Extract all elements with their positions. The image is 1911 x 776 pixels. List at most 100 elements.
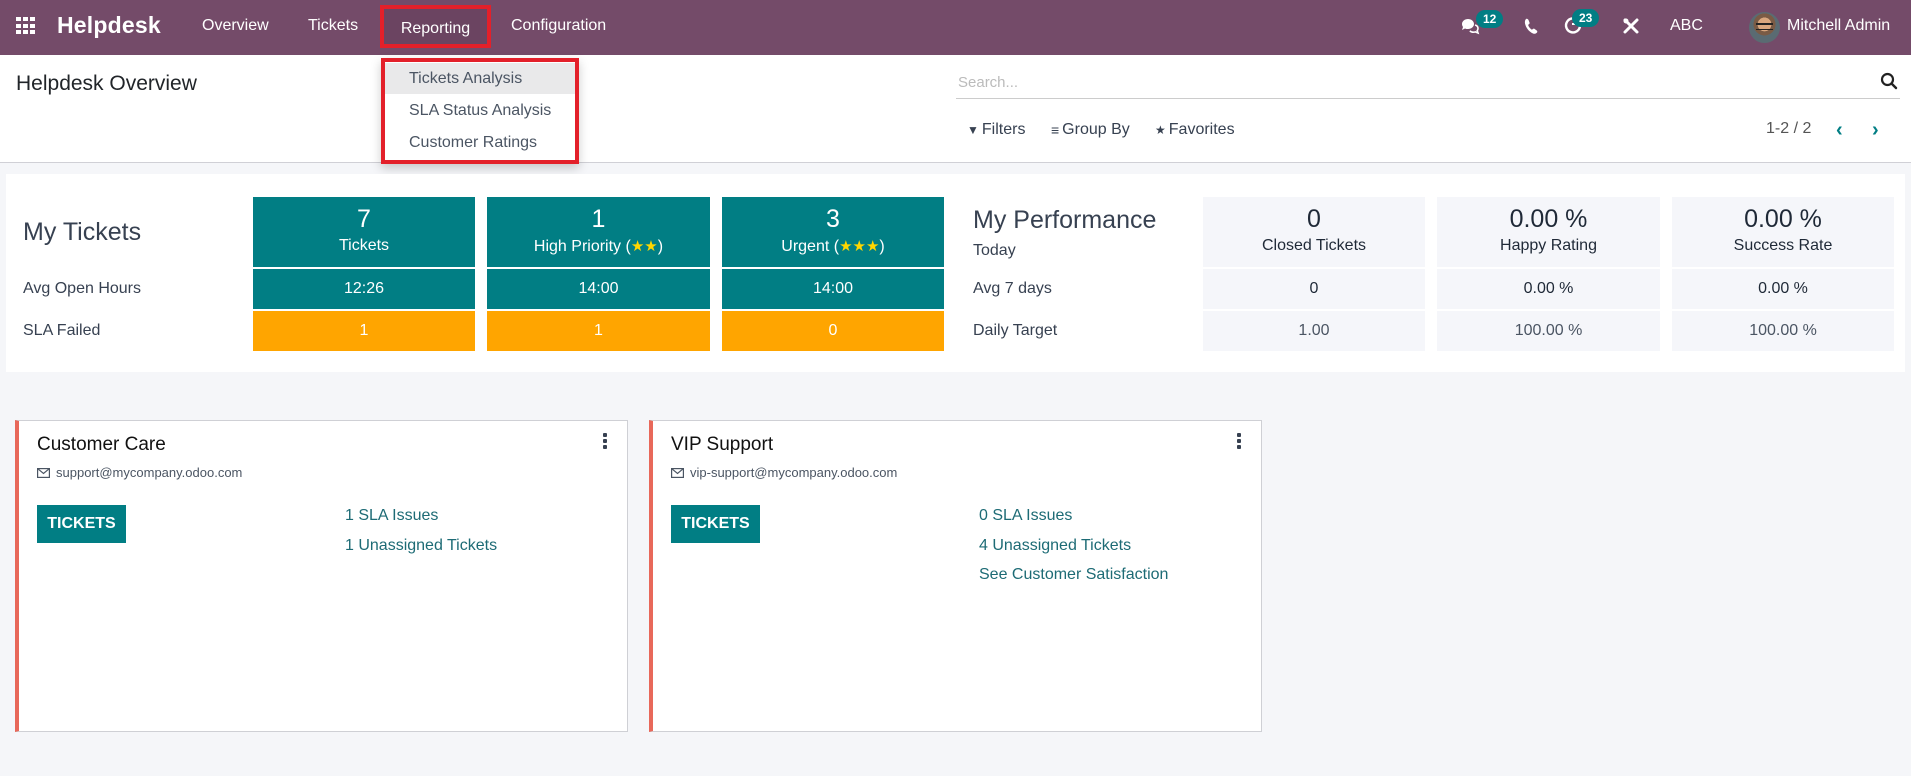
urgent-label: Urgent (★★★) <box>722 237 944 256</box>
reporting-dropdown: Tickets Analysis SLA Status Analysis Cus… <box>381 58 579 164</box>
top-navbar: Helpdesk Overview Tickets Reporting Conf… <box>0 0 1911 55</box>
menu-overview[interactable]: Overview <box>202 17 269 35</box>
sla-issues-link[interactable]: 1 SLA Issues <box>345 507 438 525</box>
activities-badge: 23 <box>1572 9 1600 27</box>
dropdown-item-sla-status-analysis[interactable]: SLA Status Analysis <box>385 95 575 126</box>
team-card-customer-care[interactable]: Customer Care support@mycompany.odoo.com… <box>15 420 628 732</box>
search-bar <box>956 68 1900 99</box>
today-label: Today <box>973 242 1016 259</box>
perf-happy-rating-today: 0.00 % Happy Rating <box>1437 197 1660 267</box>
team-name: VIP Support <box>671 434 774 455</box>
tickets-button[interactable]: TICKETS <box>671 505 760 543</box>
tile-high-priority-avg-open-hours[interactable]: 14:00 <box>487 269 710 309</box>
menu-reporting[interactable]: Reporting <box>380 5 491 48</box>
user-avatar[interactable] <box>1749 12 1780 43</box>
happy-rating-target-value: 100.00 % <box>1514 322 1583 339</box>
team-name: Customer Care <box>37 434 166 455</box>
tile-urgent-avg-open-hours[interactable]: 14:00 <box>722 269 944 309</box>
high-priority-label: High Priority (★★) <box>487 237 710 256</box>
group-by-label: Group By <box>1062 121 1130 138</box>
perf-closed-tickets-today: 0 Closed Tickets <box>1203 197 1425 267</box>
menu-configuration[interactable]: Configuration <box>511 17 606 35</box>
high-priority-paren: ) <box>657 238 664 255</box>
helpdesk-dashboard: My Tickets Avg Open Hours SLA Failed 7 T… <box>6 174 1905 372</box>
my-performance-heading: My Performance <box>973 206 1157 234</box>
menu-reporting-label: Reporting <box>400 20 471 37</box>
unassigned-tickets-link[interactable]: 1 Unassigned Tickets <box>345 537 497 555</box>
team-email: vip-support@mycompany.odoo.com <box>671 465 897 480</box>
happy-rating-label: Happy Rating <box>1500 237 1597 254</box>
closed-tickets-avg-value: 0 <box>1309 280 1319 297</box>
tools-icon[interactable] <box>1622 17 1640 40</box>
urgent-count: 3 <box>826 205 840 233</box>
urgent-sla-failed-value: 0 <box>828 322 838 339</box>
control-panel: Helpdesk Overview ▼ Filters ≡ Group By ★… <box>0 55 1911 163</box>
closed-tickets-today-value: 0 <box>1307 205 1321 233</box>
perf-happy-rating-target: 100.00 % <box>1437 311 1660 351</box>
two-stars-icon: ★★ <box>630 238 658 255</box>
urgent-text: Urgent ( <box>781 238 840 255</box>
user-menu[interactable]: Mitchell Admin <box>1787 17 1890 35</box>
filter-icon: ▼ <box>967 123 979 137</box>
happy-rating-today-value: 0.00 % <box>1509 205 1588 233</box>
success-rate-label: Success Rate <box>1733 237 1833 254</box>
tile-my-tickets[interactable]: 7 Tickets <box>253 197 475 267</box>
card-menu-icon[interactable] <box>603 433 609 451</box>
pager-value[interactable]: 1-2 / 2 <box>1766 120 1811 138</box>
sla-failed-label: SLA Failed <box>23 322 101 339</box>
happy-rating-avg-value: 0.00 % <box>1523 280 1574 297</box>
pager-previous-icon[interactable]: ‹ <box>1836 119 1843 142</box>
messages-badge: 12 <box>1476 10 1504 28</box>
search-icon[interactable] <box>1880 72 1898 90</box>
tile-urgent[interactable]: 3 Urgent (★★★) <box>722 197 944 267</box>
tile-tickets-avg-open-hours[interactable]: 12:26 <box>253 269 475 309</box>
card-menu-icon[interactable] <box>1237 433 1243 451</box>
team-card-vip-support[interactable]: VIP Support vip-support@mycompany.odoo.c… <box>649 420 1262 732</box>
unassigned-tickets-link[interactable]: 4 Unassigned Tickets <box>979 537 1131 555</box>
favorites-label: Favorites <box>1168 121 1235 138</box>
tile-high-priority[interactable]: 1 High Priority (★★) <box>487 197 710 267</box>
three-stars-icon: ★★★ <box>839 238 880 255</box>
avg-7-days-label: Avg 7 days <box>973 280 1052 297</box>
dropdown-item-tickets-analysis[interactable]: Tickets Analysis <box>385 63 575 94</box>
tile-tickets-sla-failed[interactable]: 1 <box>253 311 475 351</box>
perf-success-rate-target: 100.00 % <box>1672 311 1894 351</box>
tile-urgent-sla-failed[interactable]: 0 <box>722 311 944 351</box>
customer-satisfaction-link[interactable]: See Customer Satisfaction <box>979 566 1168 584</box>
success-rate-today-value: 0.00 % <box>1744 205 1822 233</box>
star-icon: ★ <box>1155 123 1166 137</box>
company-switcher[interactable]: ABC <box>1670 17 1703 35</box>
filters-button[interactable]: ▼ Filters <box>967 121 1025 139</box>
phone-icon[interactable] <box>1523 17 1539 40</box>
page-title: Helpdesk Overview <box>16 72 197 95</box>
app-brand[interactable]: Helpdesk <box>57 12 161 39</box>
tickets-count: 7 <box>357 205 371 233</box>
success-rate-target-value: 100.00 % <box>1749 322 1817 339</box>
daily-target-label: Daily Target <box>973 322 1058 339</box>
tickets-button[interactable]: TICKETS <box>37 505 126 543</box>
group-by-button[interactable]: ≡ Group By <box>1051 121 1130 139</box>
perf-closed-tickets-avg: 0 <box>1203 269 1425 309</box>
pager-next-icon[interactable]: › <box>1872 119 1879 142</box>
high-priority-sla-failed-value: 1 <box>594 322 603 339</box>
sla-issues-link[interactable]: 0 SLA Issues <box>979 507 1072 525</box>
urgent-paren: ) <box>879 238 885 255</box>
tile-high-priority-sla-failed[interactable]: 1 <box>487 311 710 351</box>
team-email-text: vip-support@mycompany.odoo.com <box>690 465 898 480</box>
perf-happy-rating-avg: 0.00 % <box>1437 269 1660 309</box>
filters-label: Filters <box>981 121 1026 138</box>
search-input[interactable] <box>956 68 1856 96</box>
tickets-label: Tickets <box>338 237 390 254</box>
perf-closed-tickets-target: 1.00 <box>1203 311 1425 351</box>
closed-tickets-target-value: 1.00 <box>1298 322 1330 339</box>
tickets-sla-failed-value: 1 <box>359 322 369 339</box>
urgent-avg-open-hours-value: 14:00 <box>812 280 854 297</box>
menu-tickets[interactable]: Tickets <box>308 17 358 35</box>
closed-tickets-label: Closed Tickets <box>1261 237 1367 254</box>
favorites-button[interactable]: ★ Favorites <box>1155 121 1235 139</box>
high-priority-count: 1 <box>591 205 606 233</box>
my-tickets-heading: My Tickets <box>23 218 142 246</box>
team-email-text: support@mycompany.odoo.com <box>56 465 243 480</box>
dropdown-item-customer-ratings[interactable]: Customer Ratings <box>385 127 575 158</box>
apps-menu-icon[interactable] <box>16 17 36 35</box>
